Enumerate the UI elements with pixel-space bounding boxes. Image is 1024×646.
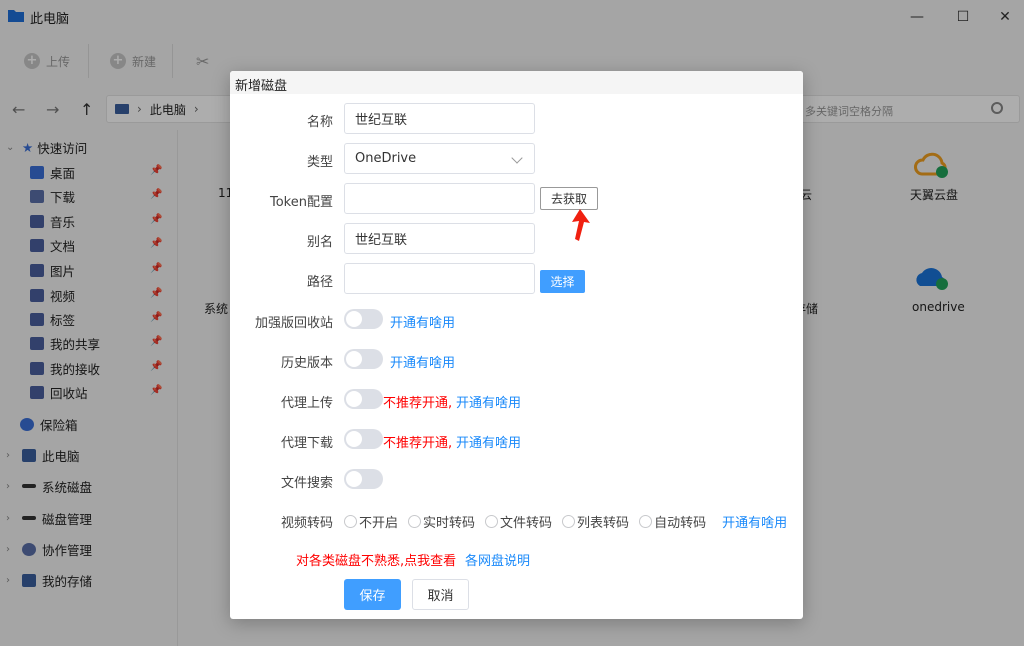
recycle-help-link[interactable]: 开通有啥用 [390, 312, 455, 331]
proxy-upload-toggle[interactable] [344, 389, 383, 409]
file-search-toggle[interactable] [344, 469, 383, 489]
proxy-download-label: 代理下载 [280, 436, 333, 451]
file-search-label: 文件搜索 [280, 476, 333, 491]
proxy-download-warning: 不推荐开通, [383, 436, 453, 451]
radio-circle [344, 515, 357, 528]
recycle-label: 加强版回收站 [254, 316, 333, 331]
choose-path-button[interactable]: 选择 [540, 270, 585, 293]
radio-circle [485, 515, 499, 528]
path-label: 路径 [306, 275, 333, 290]
history-help-link[interactable]: 开通有啥用 [390, 352, 455, 371]
get-token-button[interactable]: 去获取 [540, 187, 598, 210]
proxy-upload-label: 代理上传 [280, 396, 333, 411]
proxy-download-toggle[interactable] [344, 429, 383, 449]
name-label: 名称 [306, 115, 333, 130]
path-input[interactable] [344, 263, 535, 294]
token-input[interactable] [344, 183, 535, 214]
radio-realtime[interactable]: 实时转码 [408, 512, 475, 531]
proxy-upload-warning: 不推荐开通, [383, 396, 453, 411]
radio-off[interactable]: 不开启 [344, 512, 398, 531]
radio-list[interactable]: 列表转码 [562, 512, 629, 531]
dialog-title: 新增磁盘 [235, 79, 288, 94]
radio-file[interactable]: 文件转码 [485, 512, 552, 531]
red-arrow-icon [572, 209, 590, 241]
history-label: 历史版本 [280, 356, 333, 371]
recycle-toggle[interactable] [344, 309, 383, 329]
radio-circle [408, 515, 422, 528]
radio-auto[interactable]: 自动转码 [639, 512, 706, 531]
alias-input[interactable] [344, 223, 535, 254]
radio-circle [562, 515, 576, 528]
history-toggle[interactable] [344, 349, 383, 369]
video-transcode-radio-group: 不开启 实时转码 文件转码 列表转码 自动转码 开通有啥用 [344, 512, 787, 531]
proxy-download-help-link[interactable]: 开通有啥用 [456, 432, 521, 451]
type-label: 类型 [306, 155, 333, 170]
add-disk-dialog: 新增磁盘 名称 类型 OneDrive Token配置 去获取 别名 路径 选择… [230, 71, 803, 619]
type-select[interactable]: OneDrive [344, 143, 535, 174]
radio-circle [639, 515, 653, 528]
dialog-header [230, 71, 803, 94]
help-text[interactable]: 对各类磁盘不熟悉,点我查看 [296, 550, 456, 569]
alias-label: 别名 [306, 235, 333, 250]
cancel-button[interactable]: 取消 [412, 579, 469, 610]
proxy-upload-help-link[interactable]: 开通有啥用 [456, 392, 521, 411]
video-help-link[interactable]: 开通有啥用 [722, 512, 787, 531]
name-input[interactable] [344, 103, 535, 134]
video-transcode-label: 视频转码 [280, 516, 333, 531]
token-label: Token配置 [270, 195, 333, 210]
help-link[interactable]: 各网盘说明 [465, 550, 530, 569]
save-button[interactable]: 保存 [344, 579, 401, 610]
